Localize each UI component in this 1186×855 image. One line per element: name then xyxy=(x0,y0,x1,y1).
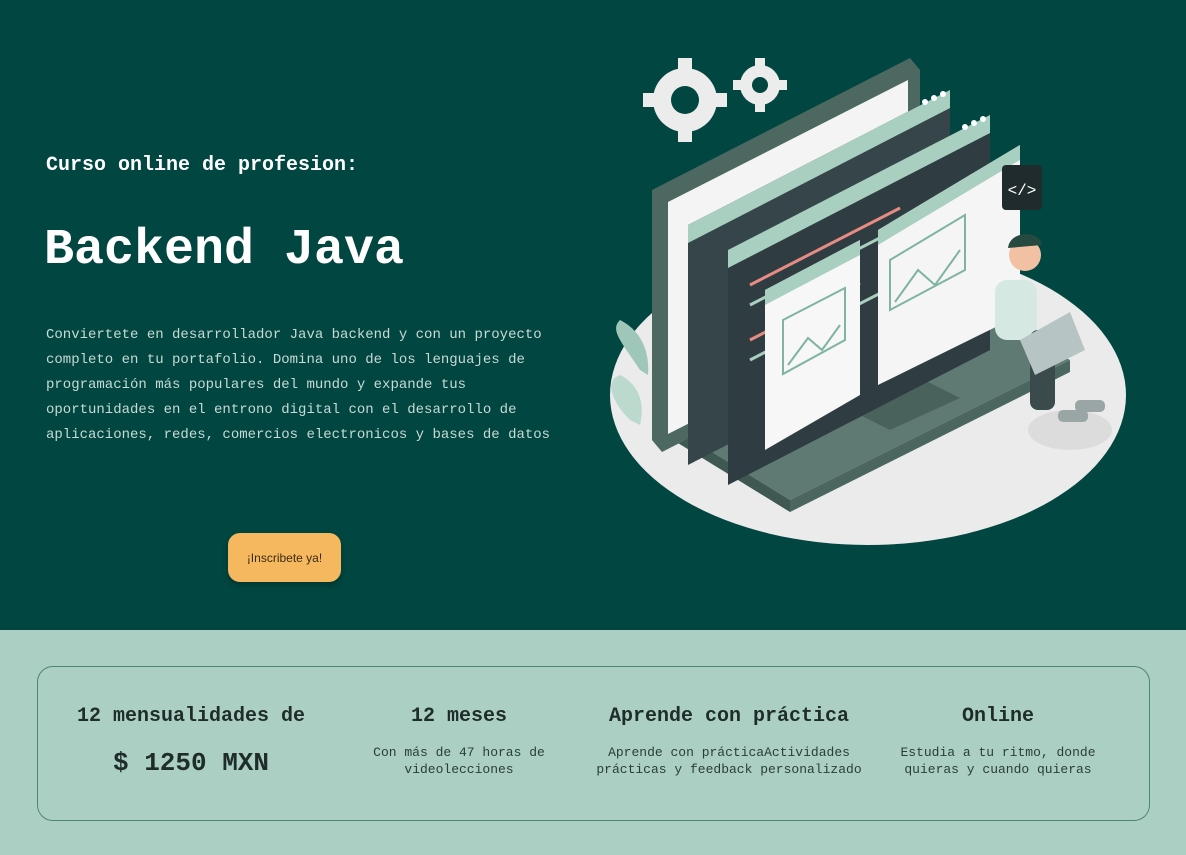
feature-title: Online xyxy=(961,705,1034,728)
gear-icon xyxy=(733,58,787,112)
gear-icon xyxy=(643,58,727,142)
feature-online: Online Estudia a tu ritmo, donde quieras… xyxy=(878,705,1118,778)
developer-illustration: </> xyxy=(610,58,1126,545)
code-tag-icon: </> xyxy=(1002,165,1042,210)
enroll-button[interactable]: ¡Inscribete ya! xyxy=(228,533,341,582)
svg-text:</>: </> xyxy=(1008,182,1037,200)
feature-description: Con más de 47 horas de videolecciones xyxy=(373,745,545,777)
feature-title: Aprende con práctica xyxy=(608,705,850,728)
hero-section: Curso online de profesion: Backend Java … xyxy=(0,0,1186,630)
feature-price: 12 mensualidades de $ 1250 MXN xyxy=(58,705,324,778)
feature-title: 12 mensualidades de xyxy=(76,705,306,728)
course-subtitle: Curso online de profesion: xyxy=(46,154,359,177)
feature-description: Estudia a tu ritmo, donde quieras y cuan… xyxy=(900,745,1096,777)
course-description: Conviertete en desarrollador Java backen… xyxy=(46,327,551,443)
features-panel: 12 mensualidades de $ 1250 MXN 12 meses … xyxy=(37,666,1150,821)
feature-description: Aprende con prácticaActividades práctica… xyxy=(596,745,862,777)
feature-duration: 12 meses Con más de 47 horas de videolec… xyxy=(354,705,564,778)
feature-practice: Aprende con práctica Aprende con práctic… xyxy=(594,705,864,778)
feature-title: 12 meses xyxy=(410,705,507,728)
price-value: $ 1250 MXN xyxy=(112,748,270,778)
course-title: Backend Java xyxy=(44,222,405,279)
